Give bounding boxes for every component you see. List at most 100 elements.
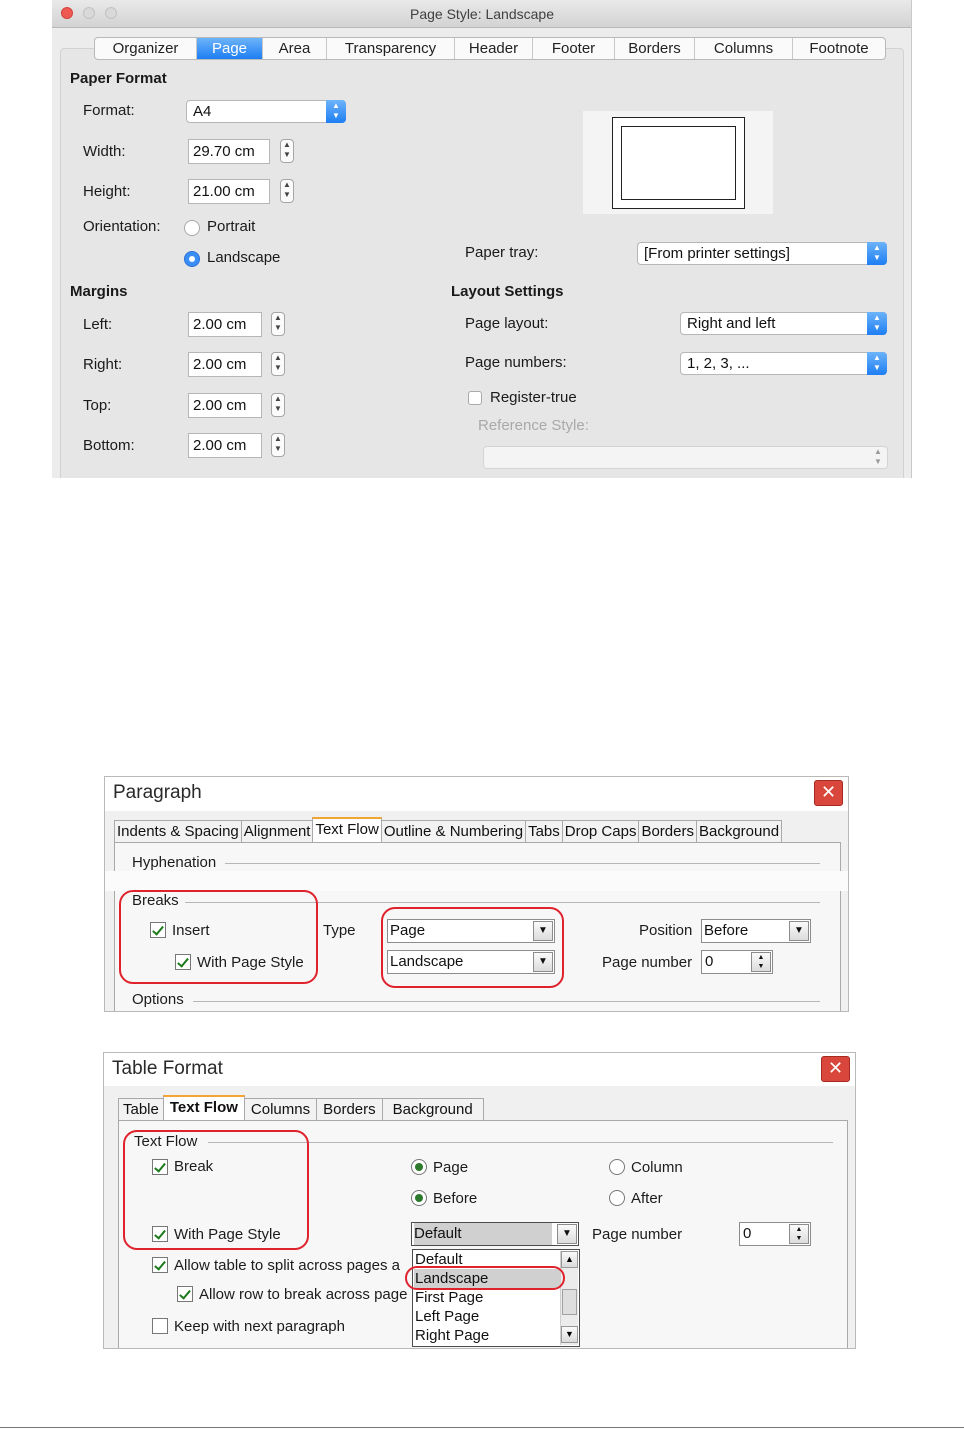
chevron-updown-icon: ▲ ▼ <box>867 242 887 265</box>
close-icon[interactable]: ✕ <box>821 1056 850 1082</box>
page-footer-rule <box>0 1427 964 1428</box>
portrait-label: Portrait <box>207 218 256 235</box>
keep-with-next-label: Keep with next paragraph <box>174 1318 345 1335</box>
page-number-value: 0 <box>743 1225 752 1242</box>
close-icon[interactable]: ✕ <box>814 780 843 806</box>
paragraph-title: Paragraph <box>113 782 202 803</box>
tab-bar: Organizer Page Area Transparency Header … <box>94 37 886 60</box>
chevron-down-icon: ▼ <box>789 921 809 941</box>
column-radio[interactable] <box>609 1159 625 1175</box>
allow-row-break-checkbox[interactable] <box>177 1286 193 1302</box>
landscape-label: Landscape <box>207 249 281 266</box>
tab-columns[interactable]: Columns <box>695 38 793 59</box>
after-label: After <box>631 1190 663 1207</box>
page-number-input[interactable]: 0 ▲ ▼ <box>701 950 773 974</box>
page-number-value: 0 <box>705 953 714 970</box>
after-radio[interactable] <box>609 1190 625 1206</box>
margin-bottom-label: Bottom: <box>83 437 135 454</box>
tab-background[interactable]: Background <box>381 1098 484 1120</box>
tab-alignment[interactable]: Alignment <box>240 820 314 842</box>
tab-header[interactable]: Header <box>455 38 533 59</box>
highlight-annotation <box>119 890 318 984</box>
margin-bottom-stepper[interactable]: ▲ ▼ <box>271 433 285 457</box>
tab-page[interactable]: Page <box>197 38 263 59</box>
scroll-thumb[interactable] <box>562 1289 577 1315</box>
format-select[interactable]: A4 ▲ ▼ <box>186 100 346 123</box>
tab-text-flow[interactable]: Text Flow <box>162 1095 245 1120</box>
tab-borders[interactable]: Borders <box>316 1098 383 1120</box>
tab-footer[interactable]: Footer <box>533 38 615 59</box>
reference-style-select[interactable]: ▲ ▼ <box>483 446 888 469</box>
page-style-dropdown-list: Default Landscape First Page Left Page R… <box>412 1249 580 1347</box>
height-input[interactable]: 21.00 cm <box>188 179 270 204</box>
scroll-down-icon[interactable]: ▼ <box>561 1326 578 1343</box>
tab-columns[interactable]: Columns <box>243 1098 318 1120</box>
tab-outline-numbering[interactable]: Outline & Numbering <box>380 820 527 842</box>
page-number-input[interactable]: 0 ▲ ▼ <box>739 1222 811 1246</box>
keep-with-next-checkbox[interactable] <box>152 1318 168 1334</box>
page-style-select[interactable]: Default ▼ <box>411 1222 579 1246</box>
margin-top-stepper[interactable]: ▲ ▼ <box>271 393 285 417</box>
paper-tray-label: Paper tray: <box>465 244 539 261</box>
page-number-label: Page number <box>592 1226 683 1243</box>
landscape-radio[interactable] <box>184 251 200 267</box>
tab-footnote[interactable]: Footnote <box>793 38 885 59</box>
height-stepper[interactable]: ▲ ▼ <box>280 179 294 203</box>
margins-heading: Margins <box>70 283 128 300</box>
margin-right-input[interactable]: 2.00 cm <box>188 352 262 377</box>
page-style-dialog: Page Style: Landscape Organizer Page Are… <box>52 0 912 478</box>
paper-tray-select[interactable]: [From printer settings] ▲ ▼ <box>637 242 887 265</box>
position-label: Position <box>639 922 693 939</box>
dropdown-scrollbar[interactable]: ▲ ▼ <box>560 1251 578 1345</box>
tab-transparency[interactable]: Transparency <box>327 38 455 59</box>
tab-area[interactable]: Area <box>263 38 327 59</box>
page-radio[interactable] <box>411 1159 427 1175</box>
before-label: Before <box>433 1190 478 1207</box>
tab-background[interactable]: Background <box>695 820 783 842</box>
tab-drop-caps[interactable]: Drop Caps <box>561 820 640 842</box>
portrait-radio[interactable] <box>184 220 200 236</box>
margin-right-label: Right: <box>83 356 123 373</box>
tab-borders[interactable]: Borders <box>615 38 695 59</box>
margin-left-stepper[interactable]: ▲ ▼ <box>271 312 285 336</box>
margin-top-input[interactable]: 2.00 cm <box>188 393 262 418</box>
column-label: Column <box>631 1159 683 1176</box>
tab-text-flow[interactable]: Text Flow <box>312 817 382 842</box>
table-format-title: Table Format <box>112 1058 223 1079</box>
dropdown-option-first-page[interactable]: First Page <box>414 1288 560 1307</box>
margin-left-input[interactable]: 2.00 cm <box>188 312 262 337</box>
spin-icon[interactable]: ▲ ▼ <box>789 1224 809 1244</box>
page-label: Page <box>433 1159 469 1176</box>
spin-icon[interactable]: ▲ ▼ <box>751 952 771 972</box>
tab-organizer[interactable]: Organizer <box>95 38 197 59</box>
page-numbers-select[interactable]: 1, 2, 3, ... ▲ ▼ <box>680 352 887 375</box>
page-numbers-label: Page numbers: <box>465 354 567 371</box>
highlight-annotation <box>123 1130 309 1250</box>
highlight-annotation <box>405 1266 565 1290</box>
tab-table[interactable]: Table <box>118 1098 164 1120</box>
paragraph-dialog: Paragraph ✕ Indents & Spacing Alignment … <box>104 776 849 1012</box>
page-numbers-value: 1, 2, 3, ... <box>687 355 750 372</box>
tab-borders[interactable]: Borders <box>638 820 697 842</box>
chevron-updown-icon: ▲ ▼ <box>867 312 887 335</box>
dropdown-option-right-page[interactable]: Right Page <box>414 1326 560 1345</box>
tab-indents-spacing[interactable]: Indents & Spacing <box>114 820 242 842</box>
paragraph-titlebar: Paragraph ✕ <box>105 777 848 811</box>
scroll-up-icon[interactable]: ▲ <box>561 1251 578 1268</box>
page-layout-select[interactable]: Right and left ▲ ▼ <box>680 312 887 335</box>
before-radio[interactable] <box>411 1190 427 1206</box>
register-true-checkbox[interactable] <box>468 391 482 405</box>
tab-tabs[interactable]: Tabs <box>525 820 563 842</box>
paper-format-heading: Paper Format <box>70 70 167 87</box>
allow-split-checkbox[interactable] <box>152 1257 168 1273</box>
position-select[interactable]: Before ▼ <box>701 919 811 943</box>
width-input[interactable]: 29.70 cm <box>188 139 270 164</box>
margin-right-stepper[interactable]: ▲ ▼ <box>271 352 285 376</box>
divider <box>225 863 820 864</box>
margin-bottom-input[interactable]: 2.00 cm <box>188 433 262 458</box>
width-stepper[interactable]: ▲ ▼ <box>280 139 294 163</box>
type-label: Type <box>323 922 356 939</box>
highlight-annotation <box>381 907 564 988</box>
dropdown-option-left-page[interactable]: Left Page <box>414 1307 560 1326</box>
page-preview-margins <box>621 126 736 200</box>
